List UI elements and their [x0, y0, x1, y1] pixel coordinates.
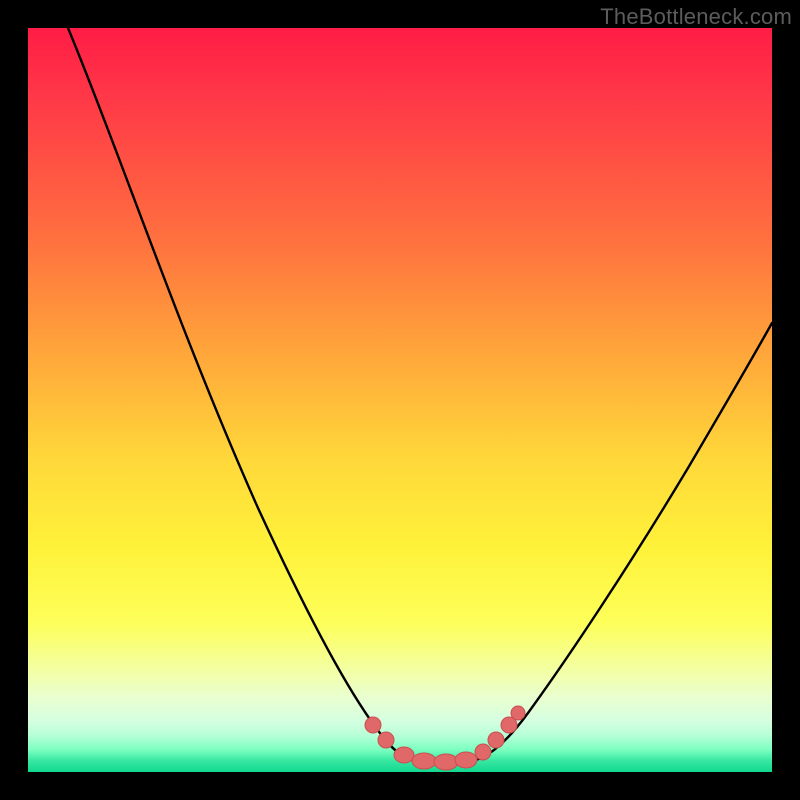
chart-frame: TheBottleneck.com	[0, 0, 800, 800]
right-curve	[472, 323, 772, 761]
chart-svg	[28, 28, 772, 772]
marker-point	[378, 732, 394, 748]
marker-group	[365, 706, 525, 770]
marker-point	[434, 754, 458, 770]
marker-point	[475, 744, 491, 760]
watermark-label: TheBottleneck.com	[600, 4, 792, 30]
marker-point	[455, 752, 477, 768]
marker-point	[488, 732, 504, 748]
marker-point	[511, 706, 525, 720]
marker-point	[412, 753, 436, 769]
left-curve	[68, 28, 416, 761]
marker-point	[394, 747, 414, 763]
marker-point	[365, 717, 381, 733]
